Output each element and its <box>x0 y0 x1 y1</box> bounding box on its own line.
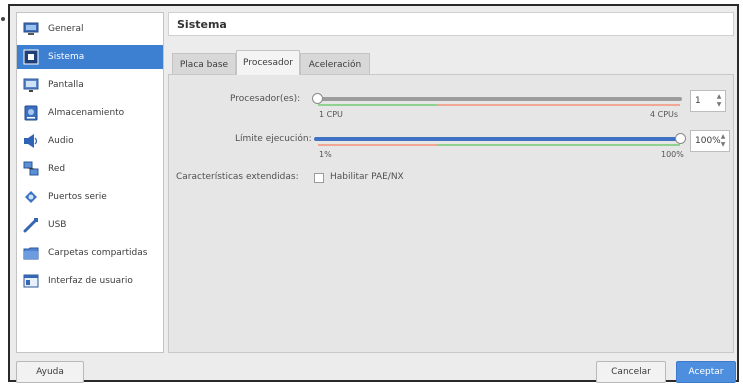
execution-cap-label: Límite ejecución: <box>235 134 312 144</box>
sidebar-item-label: Audio <box>48 136 74 146</box>
storage-icon <box>23 105 39 121</box>
execution-cap-slider-handle[interactable] <box>675 133 686 144</box>
processor-count-slider-track[interactable] <box>314 97 682 101</box>
tab-placa-base[interactable]: Placa base <box>172 53 236 75</box>
settings-window: General Sistema Pantalla Almacenamiento … <box>8 4 739 383</box>
processor-count-slider-handle[interactable] <box>312 93 323 104</box>
processor-count-max-label: 4 CPUs <box>650 110 679 119</box>
sidebar-item-interfaz-de-usuario[interactable]: Interfaz de usuario <box>17 269 163 293</box>
settings-sidebar: General Sistema Pantalla Almacenamiento … <box>16 12 164 353</box>
sidebar-item-label: Carpetas compartidas <box>48 248 148 258</box>
sidebar-item-label: Pantalla <box>48 80 84 90</box>
sidebar-item-label: Red <box>48 164 66 174</box>
sidebar-item-sistema[interactable]: Sistema <box>17 45 163 69</box>
sidebar-item-label: Puertos serie <box>48 192 107 202</box>
chip-icon <box>23 49 39 65</box>
help-button[interactable]: Ayuda <box>16 361 84 383</box>
speaker-icon <box>23 133 39 149</box>
tab-aceleracion[interactable]: Aceleración <box>300 53 370 75</box>
sidebar-item-label: Almacenamiento <box>48 108 125 118</box>
execution-cap-min-label: 1% <box>319 150 332 159</box>
processor-count-min-label: 1 CPU <box>319 110 343 119</box>
execution-cap-slider-track[interactable] <box>314 137 682 141</box>
execution-cap-spinbox[interactable]: 100% ▲ ▼ <box>690 130 730 152</box>
sidebar-item-label: Interfaz de usuario <box>48 276 133 286</box>
pae-nx-checkbox-label[interactable]: Habilitar PAE/NX <box>330 172 404 182</box>
monitor-icon <box>23 21 39 37</box>
shared-folder-icon <box>23 245 39 261</box>
display-icon <box>23 77 39 93</box>
execution-cap-warning-zone <box>318 144 437 146</box>
execution-cap-safe-zone <box>437 144 680 146</box>
sidebar-item-label: Sistema <box>48 52 85 62</box>
serial-port-icon <box>23 189 39 205</box>
pae-nx-checkbox[interactable] <box>314 173 324 183</box>
sidebar-item-label: USB <box>48 220 67 230</box>
execution-cap-value: 100% <box>695 136 721 146</box>
processor-count-spinbox[interactable]: 1 ▲ ▼ <box>690 90 726 112</box>
sidebar-item-audio[interactable]: Audio <box>17 129 163 153</box>
user-interface-icon <box>23 273 39 289</box>
sidebar-item-pantalla[interactable]: Pantalla <box>17 73 163 97</box>
sidebar-item-carpetas-compartidas[interactable]: Carpetas compartidas <box>17 241 163 265</box>
sidebar-item-usb[interactable]: USB <box>17 213 163 237</box>
network-icon <box>23 161 39 177</box>
sidebar-item-almacenamiento[interactable]: Almacenamiento <box>17 101 163 125</box>
processor-count-label: Procesador(es): <box>230 94 301 104</box>
page-title: Sistema <box>168 12 734 36</box>
sidebar-item-label: General <box>48 24 84 34</box>
accept-button[interactable]: Aceptar <box>676 361 736 383</box>
extended-features-label: Características extendidas: <box>176 172 299 182</box>
execution-cap-max-label: 100% <box>661 150 684 159</box>
processor-count-safe-zone <box>318 104 437 106</box>
tab-procesador[interactable]: Procesador <box>236 50 300 75</box>
cancel-button[interactable]: Cancelar <box>596 361 666 383</box>
window-corner-dot <box>1 17 5 21</box>
spin-arrows-icon[interactable]: ▲ ▼ <box>719 133 727 149</box>
usb-icon <box>23 217 39 233</box>
spin-arrows-icon[interactable]: ▲ ▼ <box>715 93 723 109</box>
processor-count-value: 1 <box>695 96 701 106</box>
sidebar-item-red[interactable]: Red <box>17 157 163 181</box>
sidebar-item-puertos-serie[interactable]: Puertos serie <box>17 185 163 209</box>
processor-count-warning-zone <box>437 104 680 106</box>
sidebar-item-general[interactable]: General <box>17 17 163 41</box>
